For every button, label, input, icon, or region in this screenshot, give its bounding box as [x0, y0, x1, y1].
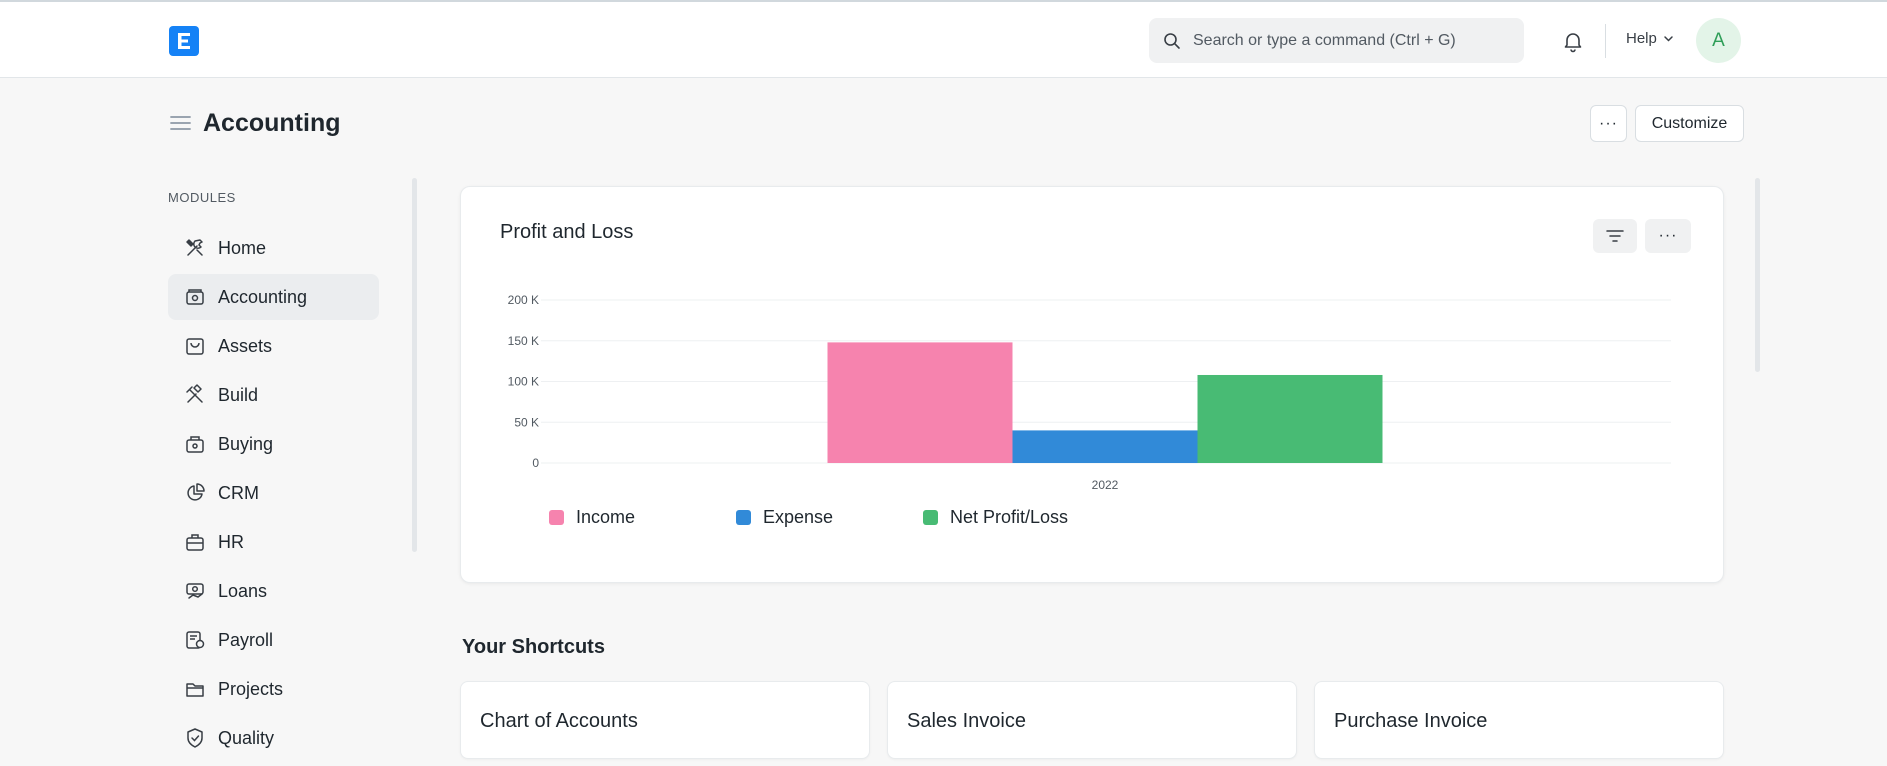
y-tick-label: 100 K: [508, 375, 539, 389]
crm-icon: [184, 482, 206, 504]
navbar-divider: [1605, 24, 1606, 58]
help-dropdown[interactable]: Help: [1626, 30, 1674, 47]
sidebar-item-hr[interactable]: HR: [168, 519, 379, 565]
sidebar-item-home[interactable]: Home: [168, 225, 379, 271]
tools-icon: [184, 237, 206, 259]
sidebar-item-label: Loans: [218, 580, 268, 601]
erpnext-logo-icon: [178, 33, 190, 49]
bar-income: [827, 342, 1013, 463]
shortcut-chart-of-accounts[interactable]: Chart of Accounts: [460, 681, 870, 759]
sidebar-section-label: MODULES: [168, 190, 236, 205]
x-tick-label: 2022: [1092, 478, 1119, 492]
buying-icon: [184, 433, 206, 455]
sidebar-item-label: Build: [218, 384, 259, 405]
sidebar-item-label: Home: [218, 237, 267, 258]
projects-icon: [184, 678, 206, 700]
sidebar-item-label: Payroll: [218, 629, 274, 650]
loans-icon: [184, 580, 206, 602]
sidebar-item-label: CRM: [218, 482, 259, 503]
profit-loss-chart-card: Profit and Loss ··· 0 50 K 100 K 150 K 200 K…: [460, 186, 1724, 583]
shortcut-sales-invoice[interactable]: Sales Invoice: [887, 681, 1297, 759]
search-icon: [1164, 32, 1180, 49]
y-tick-label: 150 K: [508, 334, 539, 348]
sidebar-item-accounting[interactable]: Accounting: [168, 274, 379, 320]
shortcuts-title: Your Shortcuts: [462, 636, 605, 658]
customize-button[interactable]: Customize: [1635, 105, 1744, 142]
sidebar-item-crm[interactable]: CRM: [168, 470, 379, 516]
payroll-icon: [184, 629, 206, 651]
legend-swatch: [923, 510, 938, 525]
main-scrollbar[interactable]: [1755, 178, 1760, 372]
notifications-bell-icon[interactable]: [1561, 29, 1585, 53]
search-input[interactable]: [1193, 31, 1513, 50]
sidebar-item-label: HR: [218, 531, 244, 552]
y-tick-label: 0: [532, 456, 539, 470]
shortcut-purchase-invoice[interactable]: Purchase Invoice: [1314, 681, 1724, 759]
sidebar-item-label: Assets: [218, 335, 273, 356]
page-more-button[interactable]: ···: [1590, 105, 1627, 142]
top-navbar: Help A: [0, 0, 1887, 78]
sidebar-item-assets[interactable]: Assets: [168, 323, 379, 369]
sidebar-item-loans[interactable]: Loans: [168, 568, 379, 614]
sidebar-item-projects[interactable]: Projects: [168, 666, 379, 712]
sidebar-item-payroll[interactable]: Payroll: [168, 617, 379, 663]
profit-loss-chart: 0 50 K 100 K 150 K 200 K 2022 Income Expense Net…: [508, 293, 1671, 527]
sidebar-item-quality[interactable]: Quality: [168, 715, 379, 761]
sidebar-item-label: Buying: [218, 433, 274, 454]
quality-icon: [184, 727, 206, 749]
search-bar[interactable]: [1149, 18, 1524, 63]
accounting-icon: [184, 286, 206, 308]
legend-swatch: [736, 510, 751, 525]
legend-label: Income: [576, 507, 635, 527]
bar-net-profit-loss: [1197, 374, 1383, 463]
assets-icon: [184, 335, 206, 357]
sidebar-scrollbar[interactable]: [412, 178, 417, 552]
user-avatar[interactable]: A: [1696, 18, 1741, 63]
page-title: Accounting: [203, 109, 341, 137]
legend-swatch: [549, 510, 564, 525]
sidebar-item-build[interactable]: Build: [168, 372, 379, 418]
sidebar-item-label: Projects: [218, 678, 284, 699]
sidebar-item-buying[interactable]: Buying: [168, 421, 379, 467]
app-logo[interactable]: [169, 26, 199, 56]
hr-icon: [184, 531, 206, 553]
bar-expense: [1012, 430, 1198, 463]
sidebar-item-label: Accounting: [218, 286, 308, 307]
sidebar: Home Accounting Assets Build Buying CRM: [168, 225, 379, 764]
build-icon: [184, 384, 206, 406]
chevron-down-icon: [1664, 36, 1673, 42]
sidebar-item-label: Quality: [218, 727, 275, 748]
legend-label: Expense: [763, 507, 833, 527]
legend-label: Net Profit/Loss: [950, 507, 1068, 527]
y-tick-label: 200 K: [508, 293, 539, 307]
y-tick-label: 50 K: [514, 415, 539, 429]
help-label: Help: [1626, 30, 1657, 47]
sidebar-toggle-icon[interactable]: [170, 114, 191, 137]
